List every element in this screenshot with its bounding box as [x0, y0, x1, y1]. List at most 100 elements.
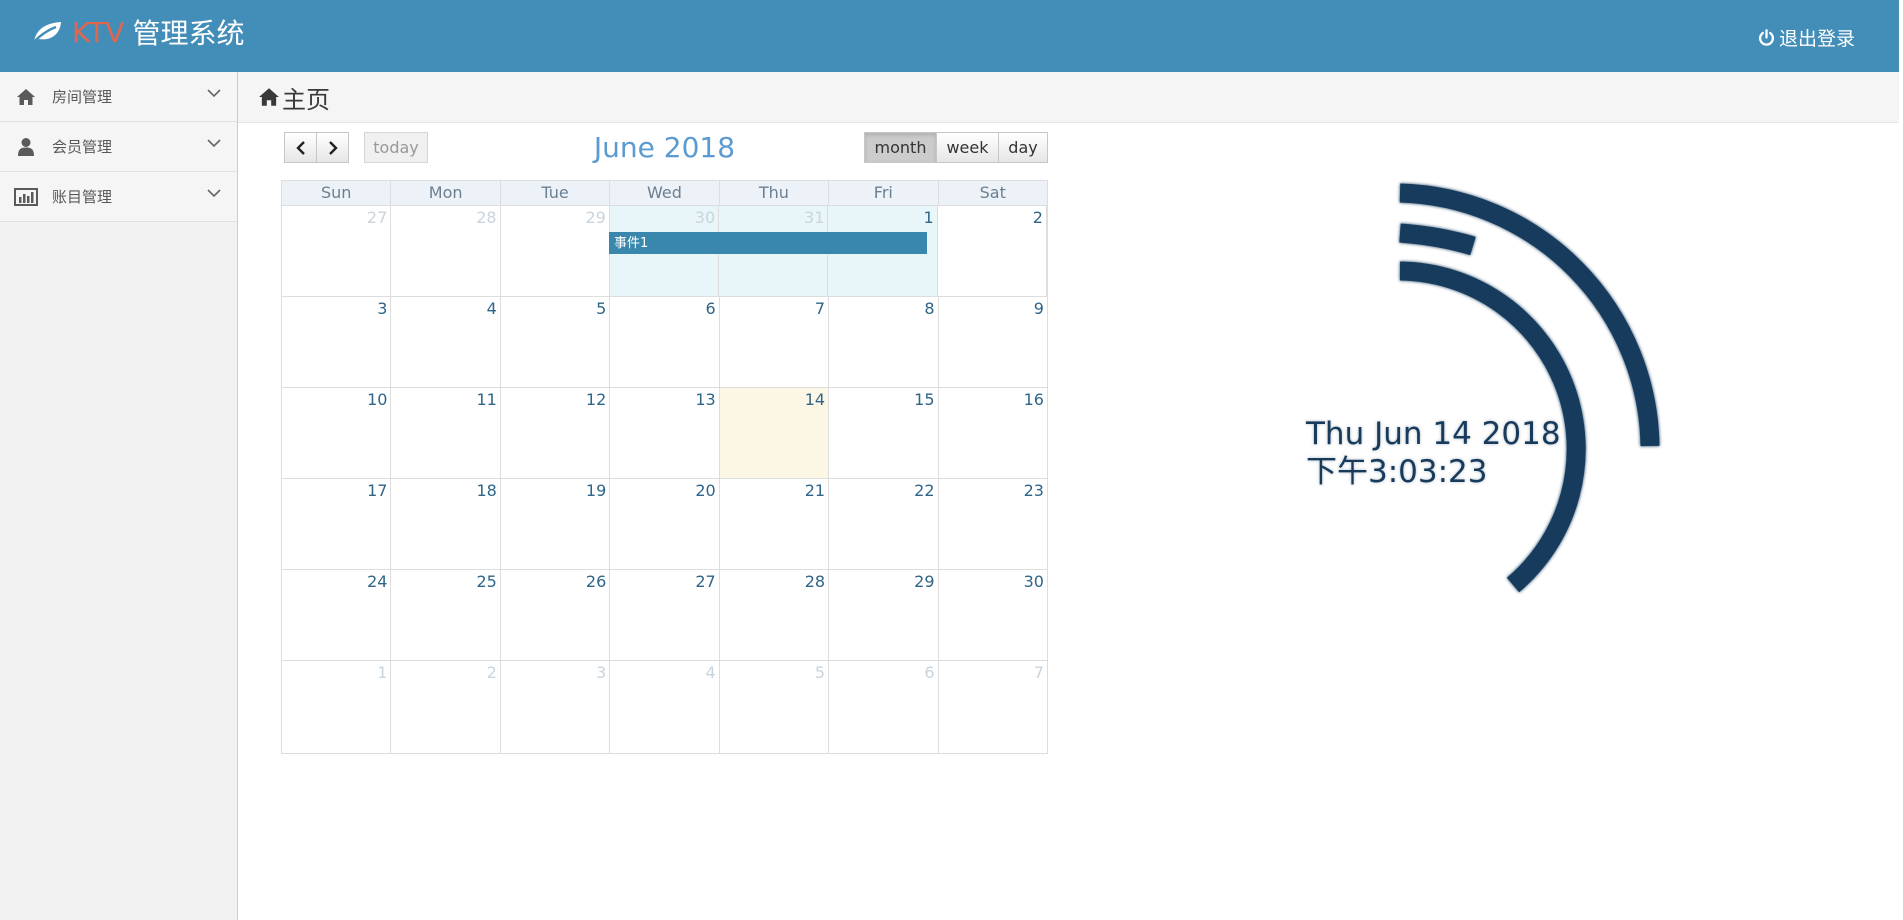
- calendar: today June 2018 month week day Sun Mon T…: [281, 131, 1048, 754]
- day-number: 16: [1023, 390, 1044, 409]
- brand[interactable]: KTV 管理系统: [30, 12, 244, 52]
- calendar-day[interactable]: 25: [391, 570, 501, 660]
- dow-label: Tue: [501, 181, 611, 205]
- home-icon: [14, 85, 38, 109]
- day-number: 30: [694, 208, 716, 227]
- calendar-week: 24 25 26 27 28 29 30: [282, 570, 1047, 661]
- calendar-day[interactable]: 5: [501, 297, 611, 387]
- day-of-week-header: Sun Mon Tue Wed Thu Fri Sat: [282, 181, 1047, 206]
- calendar-day[interactable]: 28: [720, 570, 830, 660]
- calendar-day[interactable]: 8: [829, 297, 939, 387]
- page-title: 主页: [282, 85, 330, 114]
- calendar-day[interactable]: 5: [720, 661, 830, 753]
- calendar-day-today[interactable]: 14: [719, 388, 830, 478]
- day-number: 2: [486, 663, 497, 682]
- bar-chart-icon: [14, 185, 38, 209]
- sidebar-item-rooms[interactable]: 房间管理: [0, 72, 237, 122]
- calendar-day[interactable]: 21: [720, 479, 830, 569]
- calendar-day[interactable]: 7: [720, 297, 830, 387]
- sidebar-item-label: 房间管理: [52, 88, 113, 106]
- day-number: 27: [695, 572, 716, 591]
- day-number: 18: [476, 481, 497, 500]
- calendar-day[interactable]: 23: [939, 479, 1047, 569]
- calendar-grid: Sun Mon Tue Wed Thu Fri Sat 27 28 29 30 …: [281, 180, 1048, 754]
- calendar-day[interactable]: 12: [501, 388, 611, 478]
- dow-label: Fri: [829, 181, 939, 205]
- calendar-day[interactable]: 30: [939, 570, 1047, 660]
- dow-label: Sat: [979, 183, 1006, 202]
- logout-button[interactable]: 退出登录: [1758, 24, 1855, 51]
- sidebar-item-members[interactable]: 会员管理: [0, 122, 237, 172]
- day-number: 24: [367, 572, 388, 591]
- sidebar-item-accounts[interactable]: 账目管理: [0, 172, 237, 222]
- home-icon[interactable]: [258, 87, 280, 107]
- calendar-day[interactable]: 26: [501, 570, 611, 660]
- calendar-day[interactable]: 7: [939, 661, 1047, 753]
- calendar-day[interactable]: 6: [610, 297, 720, 387]
- day-number: 5: [596, 299, 607, 318]
- day-number: 27: [366, 208, 388, 227]
- day-number: 29: [585, 208, 606, 227]
- chevron-down-icon: [207, 89, 221, 98]
- week-view-button[interactable]: week: [936, 132, 999, 163]
- calendar-day[interactable]: 17: [282, 479, 392, 569]
- day-number: 19: [585, 481, 607, 500]
- dow-label: Thu: [720, 181, 830, 205]
- calendar-day[interactable]: 28: [391, 206, 501, 296]
- calendar-day[interactable]: 27: [282, 206, 392, 296]
- calendar-day[interactable]: 24: [282, 570, 392, 660]
- calendar-day[interactable]: 19: [501, 479, 611, 569]
- dow-label: Mon: [391, 181, 501, 205]
- calendar-day[interactable]: 2: [938, 206, 1047, 296]
- day-number: 28: [476, 208, 497, 227]
- top-navbar: KTV 管理系统 退出登录: [0, 0, 1899, 72]
- calendar-day[interactable]: 2: [391, 661, 501, 753]
- calendar-day[interactable]: 29: [829, 570, 939, 660]
- calendar-day[interactable]: 16: [939, 388, 1047, 478]
- calendar-day[interactable]: 1: [282, 661, 392, 753]
- day-number: 9: [1033, 299, 1044, 318]
- calendar-day[interactable]: 15: [829, 388, 939, 478]
- calendar-week: 1 2 3 4 5 6 7: [282, 661, 1047, 753]
- day-number: 26: [585, 572, 607, 591]
- sidebar-item-label: 会员管理: [52, 138, 113, 156]
- day-number: 20: [695, 481, 716, 500]
- dow-label: Sun: [282, 181, 392, 205]
- user-icon: [14, 135, 38, 159]
- day-view-button[interactable]: day: [998, 132, 1048, 163]
- month-view-button[interactable]: month: [864, 132, 937, 163]
- calendar-day[interactable]: 27: [610, 570, 720, 660]
- calendar-day[interactable]: 11: [391, 388, 501, 478]
- calendar-day[interactable]: 9: [939, 297, 1047, 387]
- calendar-day[interactable]: 20: [610, 479, 720, 569]
- day-number: 31: [804, 208, 825, 227]
- calendar-day[interactable]: 6: [829, 661, 939, 753]
- calendar-day[interactable]: 22: [829, 479, 939, 569]
- chevron-down-icon: [207, 139, 221, 148]
- next-button[interactable]: [316, 132, 349, 163]
- calendar-day[interactable]: 29: [501, 206, 610, 296]
- calendar-day[interactable]: 4: [610, 661, 720, 753]
- prev-button[interactable]: [284, 132, 317, 163]
- today-button[interactable]: today: [364, 132, 428, 163]
- calendar-day[interactable]: 3: [501, 661, 611, 753]
- day-number: 1: [923, 208, 934, 227]
- day-number: 25: [476, 572, 497, 591]
- brand-ktv-text: KTV: [72, 15, 125, 49]
- clock-time: 下午3:03:23: [1306, 454, 1488, 490]
- calendar-day[interactable]: 10: [282, 388, 392, 478]
- chevron-down-icon: [207, 189, 221, 198]
- calendar-day[interactable]: 18: [391, 479, 501, 569]
- day-number: 4: [486, 299, 497, 318]
- day-number: 7: [1033, 663, 1044, 682]
- day-number: 4: [705, 663, 716, 682]
- leaf-icon: [31, 22, 61, 45]
- brand-title-text: 管理系统: [132, 17, 245, 50]
- calendar-day[interactable]: 13: [610, 388, 720, 478]
- calendar-week: 27 28 29 30 31 1 2 事件1: [282, 206, 1047, 297]
- day-number: 22: [914, 481, 935, 500]
- calendar-event[interactable]: 事件1: [609, 232, 927, 254]
- day-number: 17: [367, 481, 388, 500]
- calendar-day[interactable]: 3: [282, 297, 392, 387]
- calendar-day[interactable]: 4: [391, 297, 501, 387]
